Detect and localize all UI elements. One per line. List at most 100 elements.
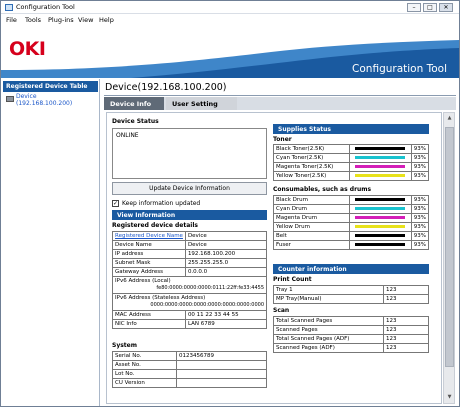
scroll-up-icon[interactable]: ▲ bbox=[445, 114, 454, 123]
device-ip-text: (192.168.100.200) bbox=[16, 100, 73, 107]
table-row: Tray 1 123 bbox=[273, 285, 429, 295]
print-count-table: Tray 1 123 MP Tray(Manual) 123 bbox=[273, 285, 429, 304]
table-cell: MAC Address bbox=[112, 310, 186, 320]
table-cell: 255.255.255.0 bbox=[184, 258, 268, 268]
table-cell: Gateway Address bbox=[112, 267, 186, 277]
maximize-button[interactable]: □ bbox=[423, 3, 437, 12]
table-cell: 0123456789 bbox=[176, 351, 267, 361]
table-cell bbox=[348, 195, 412, 205]
device-table-pane: Registered Device Table Device (192.168.… bbox=[1, 79, 100, 406]
table-cell: Magenta Drum bbox=[273, 213, 350, 223]
table-cell: NIC Info bbox=[112, 319, 186, 329]
table-cell: 192.168.100.200 bbox=[184, 249, 268, 259]
minimize-button[interactable]: – bbox=[407, 3, 421, 12]
table-cell bbox=[348, 162, 412, 172]
table-cell bbox=[348, 213, 412, 223]
table-cell: Black Toner(2.5K) bbox=[273, 144, 350, 154]
consumables-heading: Consumables, such as drums bbox=[273, 186, 372, 193]
menu-help[interactable]: Help bbox=[99, 16, 114, 24]
scroll-thumb[interactable] bbox=[445, 127, 454, 367]
table-cell: 93% bbox=[410, 204, 430, 214]
page-title: Device(192.168.100.200) bbox=[105, 82, 227, 93]
table-cell: Black Drum bbox=[273, 195, 350, 205]
table-cell: 123 bbox=[383, 343, 429, 353]
table-cell bbox=[176, 378, 267, 388]
table-row: Yellow Drum 93% bbox=[273, 222, 430, 232]
table-row: Asset No. bbox=[112, 360, 267, 370]
table-cell: 93% bbox=[410, 231, 430, 241]
table-row: Total Scanned Pages 123 bbox=[273, 316, 429, 326]
level-bar bbox=[355, 165, 406, 168]
banner-title: Configuration Tool bbox=[352, 63, 447, 75]
level-bar bbox=[355, 225, 406, 228]
vertical-scrollbar[interactable]: ▲ ▼ bbox=[443, 112, 455, 404]
table-cell: Subnet Mask bbox=[112, 258, 186, 268]
device-details-table: Registered Device Name Device Device Name… bbox=[112, 231, 268, 329]
level-bar bbox=[355, 243, 406, 246]
table-cell: 93% bbox=[410, 171, 430, 181]
table-cell: Lot No. bbox=[112, 369, 177, 379]
table-cell bbox=[348, 240, 412, 250]
table-cell bbox=[348, 153, 412, 163]
table-row: CU Version bbox=[112, 378, 267, 388]
table-row: Device Name Device bbox=[112, 240, 268, 250]
level-bar bbox=[355, 234, 406, 237]
supplies-header: Supplies Status bbox=[273, 124, 429, 134]
title-bar: Configuration Tool – □ ✕ bbox=[1, 1, 459, 14]
table-row: Gateway Address 0.0.0.0 bbox=[112, 267, 268, 277]
registered-name-link[interactable]: Registered Device Name bbox=[112, 231, 186, 241]
table-row: MAC Address 00 11 22 33 44 55 bbox=[112, 310, 268, 320]
scroll-down-icon[interactable]: ▼ bbox=[445, 393, 454, 402]
menu-view[interactable]: View bbox=[78, 16, 93, 24]
update-device-button[interactable]: Update Device Information bbox=[112, 182, 267, 195]
device-list-item[interactable]: Device (192.168.100.200) bbox=[3, 93, 98, 109]
table-cell: LAN 6789 bbox=[184, 319, 268, 329]
table-row: Registered Device Name Device bbox=[112, 231, 268, 241]
menu-tools[interactable]: Tools bbox=[25, 16, 41, 24]
menu-file[interactable]: File bbox=[6, 16, 17, 24]
keep-updated-checkbox[interactable]: ✓ bbox=[112, 200, 119, 207]
table-cell: Fuser bbox=[273, 240, 350, 250]
tab-user-setting[interactable]: User Setting bbox=[166, 97, 237, 110]
table-cell: 93% bbox=[410, 153, 430, 163]
table-row: Lot No. bbox=[112, 369, 267, 379]
table-cell: 123 bbox=[383, 316, 429, 326]
table-cell: Device bbox=[184, 231, 268, 241]
menu-plugins[interactable]: Plug-ins bbox=[48, 16, 74, 24]
table-cell: Total Scanned Pages bbox=[273, 316, 384, 326]
level-bar bbox=[355, 198, 406, 201]
close-button[interactable]: ✕ bbox=[439, 3, 453, 12]
table-row: Subnet Mask 255.255.255.0 bbox=[112, 258, 268, 268]
table-cell bbox=[348, 231, 412, 241]
table-cell bbox=[176, 369, 267, 379]
table-cell: 00 11 22 33 44 55 bbox=[184, 310, 268, 320]
table-row: Black Drum 93% bbox=[273, 195, 430, 205]
level-bar bbox=[355, 207, 406, 210]
system-table: Serial No. 0123456789 Asset No. Lot No. C… bbox=[112, 351, 267, 388]
consumables-table: Black Drum 93% Cyan Drum 93% Magenta Drum 9… bbox=[273, 195, 430, 250]
tab-device-info[interactable]: Device Info bbox=[104, 97, 164, 110]
table-row: Magenta Drum 93% bbox=[273, 213, 430, 223]
table-cell: 93% bbox=[410, 195, 430, 205]
level-bar bbox=[355, 156, 406, 159]
app-window: Configuration Tool – □ ✕ File Tools Plug… bbox=[0, 0, 460, 407]
table-cell: IP address bbox=[112, 249, 186, 259]
table-cell: Magenta Toner(2.5K) bbox=[273, 162, 350, 172]
toner-table: Black Toner(2.5K) 93% Cyan Toner(2.5K) 93%… bbox=[273, 144, 430, 181]
keep-updated-label: Keep information updated bbox=[122, 200, 201, 207]
level-bar bbox=[355, 147, 406, 150]
print-count-heading: Print Count bbox=[273, 276, 312, 283]
table-cell: Asset No. bbox=[112, 360, 177, 370]
table-cell: 93% bbox=[410, 144, 430, 154]
ipv6-stateless-value: 0000:0000:0000:0000:0000:0000:0000:0000 bbox=[150, 302, 264, 308]
table-cell: CU Version bbox=[112, 378, 177, 388]
table-row: NIC Info LAN 6789 bbox=[112, 319, 268, 329]
table-cell: Belt bbox=[273, 231, 350, 241]
table-cell: Cyan Toner(2.5K) bbox=[273, 153, 350, 163]
device-table-header: Registered Device Table bbox=[3, 81, 98, 92]
level-bar bbox=[355, 174, 406, 177]
ipv6-local-cell: IPv6 Address (Local) fe80:0000:0000:0000:… bbox=[112, 276, 267, 294]
table-cell: 93% bbox=[410, 213, 430, 223]
table-cell: 123 bbox=[383, 325, 429, 335]
banner: OKI Configuration Tool bbox=[1, 26, 459, 78]
